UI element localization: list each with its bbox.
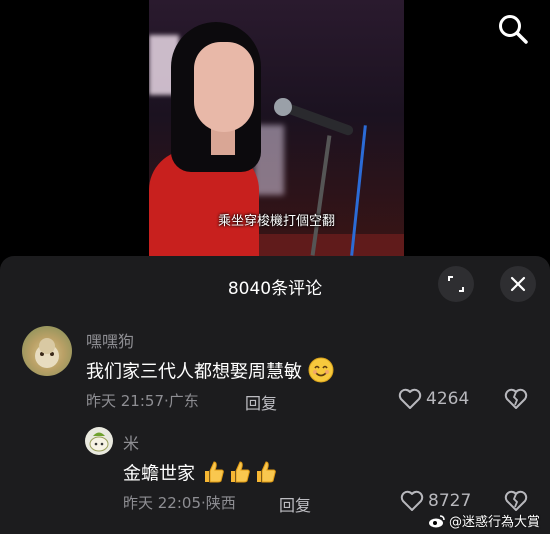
heart-icon xyxy=(400,490,424,511)
dislike-button[interactable] xyxy=(504,388,528,414)
comment-text-content: 我们家三代人都想娶周慧敏 xyxy=(86,361,302,383)
microphone-head xyxy=(274,98,292,116)
reply-username[interactable]: 米 xyxy=(123,430,139,454)
comment-time: 昨天 21:57 xyxy=(86,392,164,410)
close-icon xyxy=(510,276,526,292)
thumbs-up-emoji xyxy=(201,459,227,490)
comments-panel: 8040条评论 嘿嘿狗 我们家三代人都想娶周慧敏 昨天 21:57·广东 回复 … xyxy=(0,256,550,534)
heart-icon xyxy=(398,388,422,409)
reply-location: 陕西 xyxy=(205,494,236,512)
expand-button[interactable] xyxy=(438,266,474,302)
reply-time: 昨天 22:05 xyxy=(123,494,201,512)
like-button[interactable]: 4264 xyxy=(398,388,469,410)
close-button[interactable] xyxy=(500,266,536,302)
video-player[interactable]: 乘坐穿梭機打個空翻 xyxy=(0,0,550,256)
broken-heart-icon xyxy=(504,490,528,511)
comment-text: 我们家三代人都想娶周慧敏 xyxy=(86,357,334,388)
reply-button[interactable]: 回复 xyxy=(279,492,311,516)
reply-button[interactable]: 回复 xyxy=(245,390,277,414)
video-frame[interactable]: 乘坐穿梭機打個空翻 xyxy=(149,0,404,256)
avatar-image xyxy=(35,338,59,368)
like-count: 4264 xyxy=(426,389,470,409)
singer-face xyxy=(194,42,254,132)
reply-text-content: 金蟾世家 xyxy=(123,463,195,485)
search-button[interactable] xyxy=(496,12,530,46)
like-button[interactable]: 8727 xyxy=(400,490,471,512)
comment-username[interactable]: 嘿嘿狗 xyxy=(86,328,134,352)
thumbs-up-emoji xyxy=(253,459,279,490)
reply-text: 金蟾世家 xyxy=(123,459,279,490)
microphone-handle xyxy=(285,103,355,137)
smile-emoji xyxy=(308,357,334,388)
reply-meta: 昨天 22:05·陕西 xyxy=(123,492,236,513)
search-icon xyxy=(499,15,528,44)
expand-icon xyxy=(448,276,464,292)
avatar[interactable] xyxy=(85,427,113,455)
like-count: 8727 xyxy=(428,491,472,511)
comment-location: 广东 xyxy=(168,392,199,410)
video-subtitle: 乘坐穿梭機打個空翻 xyxy=(217,214,335,229)
watermark-text: @迷惑行為大賞 xyxy=(448,515,540,530)
avatar-image xyxy=(89,432,109,452)
thumbs-up-emoji xyxy=(227,459,253,490)
broken-heart-icon xyxy=(504,388,528,409)
weibo-icon xyxy=(428,514,445,527)
comment-meta: 昨天 21:57·广东 xyxy=(86,390,199,411)
watermark: @迷惑行為大賞 xyxy=(428,511,540,530)
avatar[interactable] xyxy=(22,326,72,376)
